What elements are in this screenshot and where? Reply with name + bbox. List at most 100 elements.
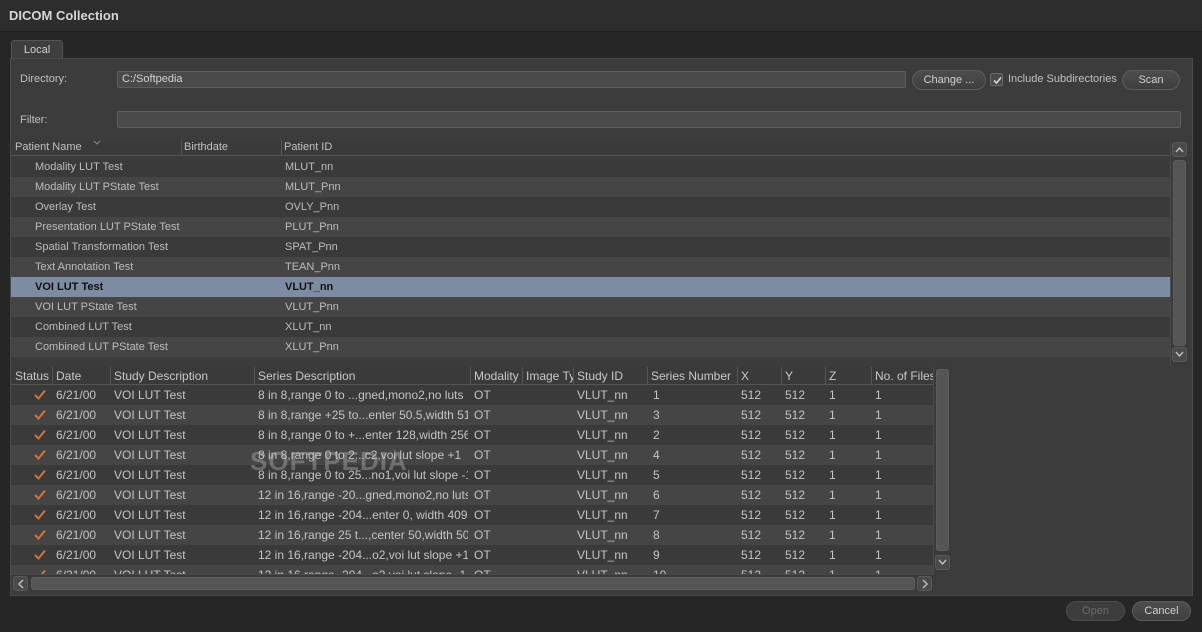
- y-cell: 512: [785, 548, 806, 562]
- scroll-thumb[interactable]: [31, 577, 915, 590]
- include-subdirectories-checkbox[interactable]: [990, 73, 1003, 86]
- scan-button[interactable]: Scan: [1122, 70, 1180, 90]
- check-icon: [34, 509, 46, 520]
- scroll-right-button[interactable]: [917, 576, 932, 591]
- patient-name-cell: Text Annotation Test: [35, 261, 134, 273]
- series-table-horizontal-scrollbar[interactable]: [11, 574, 933, 591]
- check-icon: [34, 489, 46, 500]
- patient-row[interactable]: Modality LUT Test MLUT_nn: [11, 157, 1170, 177]
- series-row[interactable]: 6/21/00 VOI LUT Test 12 in 16,range 25 t..…: [11, 525, 933, 545]
- study-id-cell: VLUT_nn: [577, 508, 628, 522]
- patient-row[interactable]: Overlay Test OVLY_Pnn: [11, 197, 1170, 217]
- patient-name-cell: VOI LUT Test: [35, 281, 104, 293]
- patient-row[interactable]: Combined LUT PState Test XLUT_Pnn: [11, 337, 1170, 357]
- series-description-cell: 12 in 16,range 25 t...,center 50,width 5…: [258, 528, 468, 542]
- patient-row[interactable]: Text Annotation Test TEAN_Pnn: [11, 257, 1170, 277]
- series-row[interactable]: 6/21/00 VOI LUT Test 8 in 8,range +25 to..…: [11, 405, 933, 425]
- z-cell: 1: [829, 548, 836, 562]
- checkmark-icon: [993, 76, 1002, 85]
- x-cell: 512: [741, 548, 762, 562]
- column-header-x[interactable]: X: [741, 369, 781, 383]
- patient-row[interactable]: VOI LUT Test VLUT_nn: [11, 277, 1170, 297]
- title-bar: DICOM Collection: [0, 0, 1202, 32]
- column-header-status[interactable]: Status: [15, 369, 53, 383]
- date-cell: 6/21/00: [56, 508, 97, 522]
- column-header-series-description[interactable]: Series Description: [258, 369, 470, 383]
- column-header-study-description[interactable]: Study Description: [114, 369, 254, 383]
- check-icon: [34, 389, 46, 400]
- patient-table-scrollbar[interactable]: [1170, 140, 1188, 366]
- series-row[interactable]: 6/21/00 VOI LUT Test 8 in 8,range 0 to 25.…: [11, 465, 933, 485]
- study-description-cell: VOI LUT Test: [114, 428, 186, 442]
- change-directory-button[interactable]: Change ...: [912, 70, 986, 90]
- scroll-down-button[interactable]: [935, 555, 950, 570]
- date-cell: 6/21/00: [56, 548, 97, 562]
- modality-cell: OT: [474, 488, 491, 502]
- column-header-patient-id[interactable]: Patient ID: [284, 141, 332, 153]
- patient-row[interactable]: VOI LUT PState Test VLUT_Pnn: [11, 297, 1170, 317]
- column-header-image-type[interactable]: Image Ty: [526, 369, 573, 383]
- column-header-birthdate[interactable]: Birthdate: [184, 141, 228, 153]
- column-header-y[interactable]: Y: [785, 369, 825, 383]
- x-cell: 512: [741, 528, 762, 542]
- open-button[interactable]: Open: [1066, 601, 1125, 621]
- z-cell: 1: [829, 388, 836, 402]
- z-cell: 1: [829, 528, 836, 542]
- no-of-files-cell: 1: [875, 548, 882, 562]
- column-header-patient-name[interactable]: Patient Name: [15, 141, 82, 153]
- series-row[interactable]: 6/21/00 VOI LUT Test 8 in 8,range 0 to +..…: [11, 425, 933, 445]
- column-header-study-id[interactable]: Study ID: [577, 369, 647, 383]
- patient-name-cell: VOI LUT PState Test: [35, 301, 137, 313]
- series-row[interactable]: 6/21/00VOI LUT Test12 in 16,range -204..…: [11, 545, 933, 565]
- patient-row[interactable]: Spatial Transformation Test SPAT_Pnn: [11, 237, 1170, 257]
- z-cell: 1: [829, 408, 836, 422]
- series-table-vertical-scrollbar[interactable]: [933, 367, 951, 574]
- series-number-cell: 9: [653, 548, 660, 562]
- x-cell: 512: [741, 428, 762, 442]
- date-cell: 6/21/00: [56, 528, 97, 542]
- study-id-cell: VLUT_nn: [577, 388, 628, 402]
- column-header-z[interactable]: Z: [829, 369, 871, 383]
- column-header-series-number[interactable]: Series Number: [651, 369, 737, 383]
- tab-local[interactable]: Local: [11, 40, 63, 59]
- y-cell: 512: [785, 388, 806, 402]
- scroll-thumb[interactable]: [936, 369, 949, 551]
- scroll-thumb[interactable]: [1173, 160, 1186, 346]
- scroll-down-button[interactable]: [1172, 347, 1187, 362]
- series-row[interactable]: 6/21/00 VOI LUT Test 8 in 8,range 0 to ...…: [11, 385, 933, 405]
- filter-label: Filter:: [20, 114, 48, 126]
- patient-name-cell: Presentation LUT PState Test: [35, 221, 180, 233]
- series-number-cell: 5: [653, 468, 660, 482]
- column-header-no-of-files[interactable]: No. of Files: [875, 369, 933, 383]
- modality-cell: OT: [474, 428, 491, 442]
- x-cell: 512: [741, 408, 762, 422]
- directory-input[interactable]: C:/Softpedia: [117, 71, 906, 88]
- study-id-cell: VLUT_nn: [577, 488, 628, 502]
- x-cell: 512: [741, 468, 762, 482]
- patient-id-cell: PLUT_Pnn: [285, 221, 339, 233]
- study-id-cell: VLUT_nn: [577, 448, 628, 462]
- series-number-cell: 3: [653, 408, 660, 422]
- scroll-up-button[interactable]: [1172, 142, 1187, 157]
- series-row[interactable]: 6/21/00 VOI LUT Test 12 in 16,range -20...…: [11, 485, 933, 505]
- scroll-left-button[interactable]: [13, 576, 28, 591]
- study-description-cell: VOI LUT Test: [114, 528, 186, 542]
- no-of-files-cell: 1: [875, 428, 882, 442]
- column-header-modality[interactable]: Modality: [474, 369, 522, 383]
- series-row[interactable]: 6/21/00VOI LUT Test12 in 16,range -204..…: [11, 505, 933, 525]
- cancel-button[interactable]: Cancel: [1132, 601, 1191, 621]
- series-description-cell: 8 in 8,range 0 to +...enter 128,width 25…: [258, 428, 468, 442]
- series-row[interactable]: 6/21/00 VOI LUT Test 8 in 8,range 0 to 2..…: [11, 445, 933, 465]
- patient-row[interactable]: Combined LUT Test XLUT_nn: [11, 317, 1170, 337]
- y-cell: 512: [785, 448, 806, 462]
- patient-row[interactable]: Presentation LUT PState Test PLUT_Pnn: [11, 217, 1170, 237]
- patient-name-cell: Spatial Transformation Test: [35, 241, 169, 253]
- patient-row[interactable]: Modality LUT PState Test MLUT_Pnn: [11, 177, 1170, 197]
- date-cell: 6/21/00: [56, 488, 97, 502]
- series-row[interactable]: 6/21/00VOI LUT Test12 in 16,range -204..…: [11, 565, 933, 574]
- check-icon: [34, 429, 46, 440]
- no-of-files-cell: 1: [875, 468, 882, 482]
- patient-name-cell: Combined LUT Test: [35, 321, 132, 333]
- column-header-date[interactable]: Date: [56, 369, 111, 383]
- filter-input[interactable]: [117, 111, 1181, 128]
